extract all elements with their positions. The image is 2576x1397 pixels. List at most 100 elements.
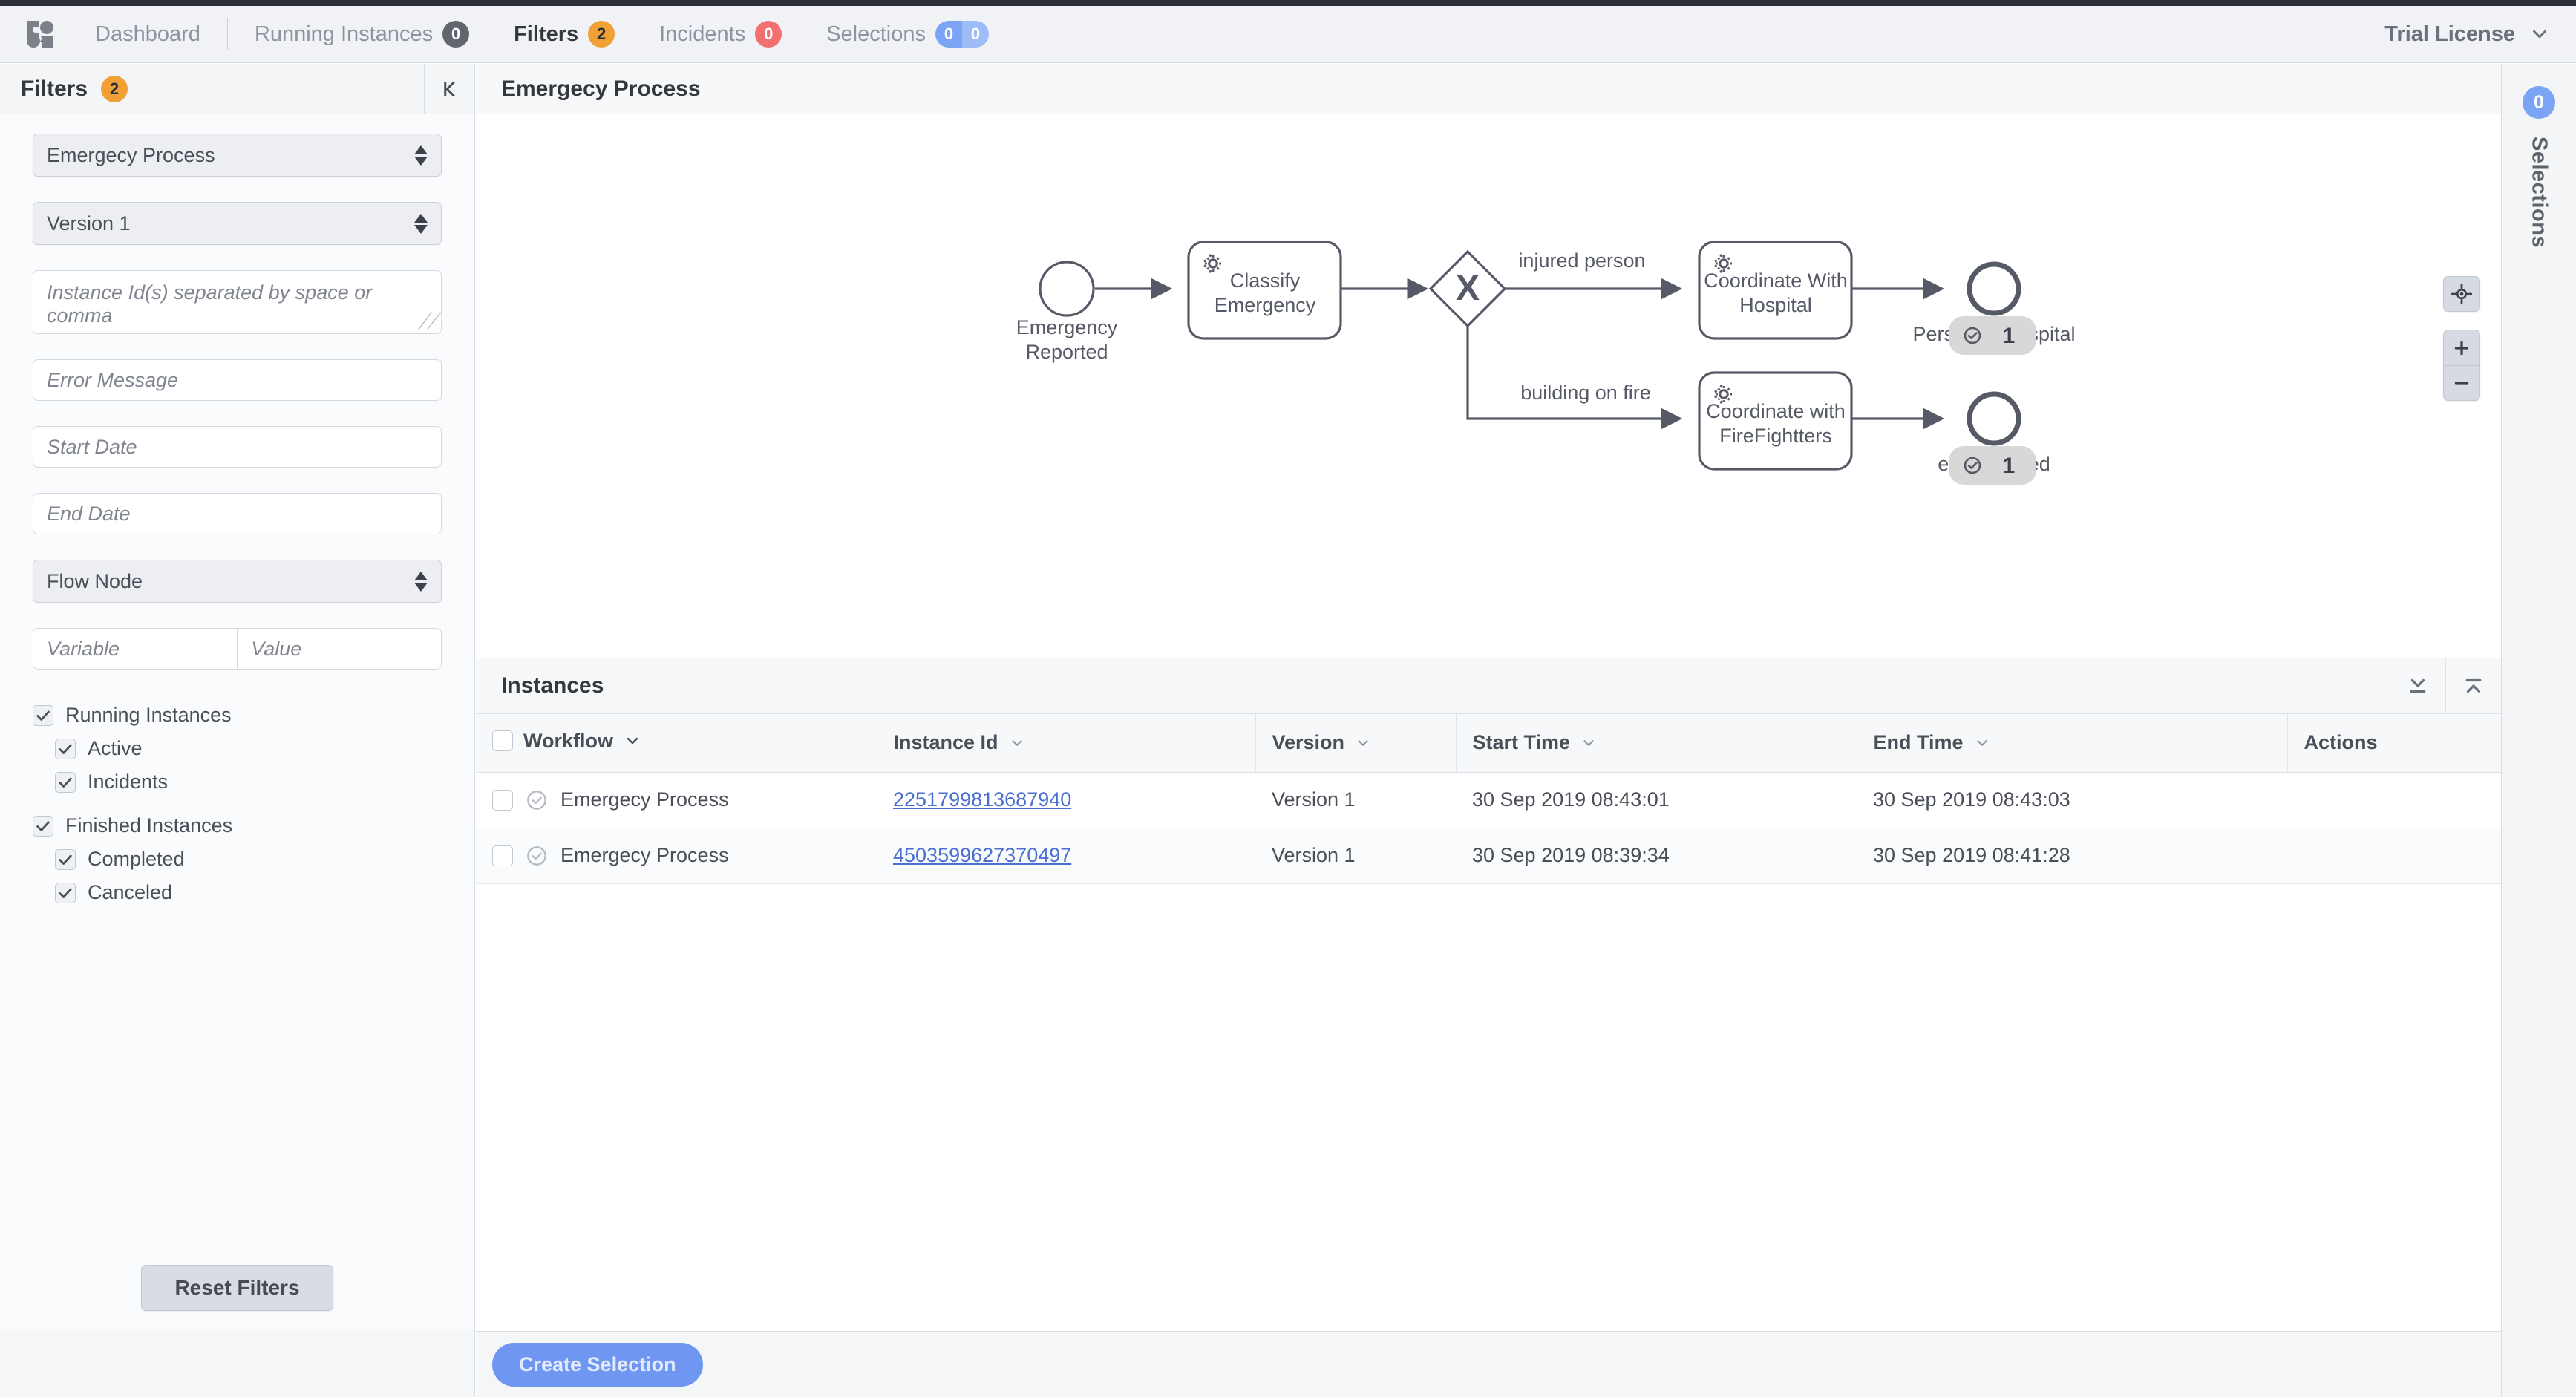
workflow-select[interactable]: Emergecy Process (33, 134, 442, 177)
selections-rail[interactable]: 0 Selections (2501, 64, 2576, 1397)
cell-instance-id: 4503599627370497 (877, 828, 1255, 883)
chevron-down-icon (624, 732, 641, 750)
collapse-left-icon[interactable] (424, 64, 474, 114)
chevron-down-icon (1355, 735, 1371, 751)
app-header: Dashboard Running Instances 0 Filters 2 … (0, 6, 2576, 63)
filters-panel-header: Filters 2 (0, 64, 474, 114)
svg-text:1: 1 (2003, 454, 2016, 478)
checkbox-canceled[interactable]: Canceled (33, 881, 474, 904)
instances-panel: Instances (476, 658, 2501, 1331)
value-input[interactable]: Value (237, 628, 442, 670)
th-instance-id[interactable]: Instance Id (877, 714, 1255, 772)
nav-item-selections[interactable]: Selections 0 0 (804, 21, 1011, 48)
variable-value-field: Variable Value (33, 628, 442, 670)
completed-check-icon (526, 790, 547, 811)
value-placeholder: Value (251, 638, 301, 661)
zoom-controls (2443, 330, 2480, 401)
checkbox-icon (33, 705, 53, 726)
start-event-label: EmergencyReported (1016, 316, 1118, 363)
cell-instance-id: 2251799813687940 (877, 772, 1255, 828)
checkbox-incidents[interactable]: Incidents (33, 771, 474, 794)
license-menu[interactable]: Trial License (2384, 22, 2551, 47)
checkbox-icon (55, 772, 76, 793)
expand-panel-up-icon[interactable] (2445, 658, 2501, 714)
error-message-placeholder: Error Message (47, 369, 178, 392)
select-all-checkbox[interactable] (492, 730, 513, 751)
selections-rail-badge: 0 (2523, 86, 2555, 119)
nav-item-running-instances[interactable]: Running Instances 0 (232, 21, 491, 48)
nav-item-dashboard[interactable]: Dashboard (73, 22, 223, 47)
checkbox-completed[interactable]: Completed (33, 848, 474, 871)
nav-badge-selections-instances: 0 (962, 21, 989, 48)
table-row[interactable]: Emergecy Process 4503599627370497 Versio… (476, 828, 2501, 883)
table-header-row: Workflow Instance Id Version (476, 714, 2501, 772)
cell-end-time: 30 Sep 2019 08:41:28 (1857, 828, 2287, 883)
version-select-field: Version 1 (33, 202, 442, 245)
instance-ids-field: Instance Id(s) separated by space or com… (33, 270, 442, 334)
nav-badge-filters: 2 (588, 21, 615, 48)
nav-item-filters[interactable]: Filters 2 (491, 21, 637, 48)
th-start-time-label: Start Time (1473, 731, 1571, 754)
variable-input[interactable]: Variable (33, 628, 237, 670)
collapse-panel-down-icon[interactable] (2390, 658, 2445, 714)
bpmn-canvas[interactable]: X Emergen (476, 114, 2501, 658)
th-actions-label: Actions (2304, 731, 2378, 753)
version-select[interactable]: Version 1 (33, 202, 442, 245)
version-select-value: Version 1 (47, 212, 131, 235)
checkbox-icon (55, 739, 76, 759)
instance-ids-textarea[interactable]: Instance Id(s) separated by space or com… (33, 270, 442, 334)
checkbox-active[interactable]: Active (33, 737, 474, 760)
error-message-field: Error Message (33, 359, 442, 401)
cell-actions (2287, 828, 2501, 883)
reset-zoom-button[interactable] (2443, 276, 2480, 312)
zoom-out-icon[interactable] (2443, 365, 2480, 401)
stepper-caret-icon (414, 572, 428, 592)
checkbox-label: Finished Instances (65, 814, 232, 837)
resize-grip-icon[interactable]: ╱╱ (419, 312, 437, 330)
completed-badge-2: 1 (1949, 446, 2036, 485)
cell-version: Version 1 (1255, 828, 1456, 883)
th-start-time[interactable]: Start Time (1456, 714, 1857, 772)
create-selection-button[interactable]: Create Selection (492, 1343, 703, 1387)
cell-workflow: Emergecy Process (476, 772, 877, 828)
cell-end-time: 30 Sep 2019 08:43:03 (1857, 772, 2287, 828)
filters-panel: Filters 2 Emergecy Process Version 1 (0, 64, 475, 1397)
flow-node-select-field: Flow Node (33, 560, 442, 603)
end-date-field: End Date (33, 493, 442, 534)
nav-item-incidents[interactable]: Incidents 0 (637, 21, 804, 48)
state-checkbox-group: Running Instances Active Incidents Finis… (0, 695, 474, 904)
checkbox-icon (55, 883, 76, 903)
th-version-label: Version (1272, 731, 1345, 754)
flow-label-injured-person: injured person (1518, 249, 1645, 272)
checkbox-finished-instances[interactable]: Finished Instances (33, 814, 474, 837)
th-version[interactable]: Version (1255, 714, 1456, 772)
nav-badge-selections-pair: 0 0 (935, 21, 989, 48)
cell-version: Version 1 (1255, 772, 1456, 828)
table-row[interactable]: Emergecy Process 2251799813687940 Versio… (476, 772, 2501, 828)
create-selection-bar: Create Selection (476, 1331, 2501, 1397)
filters-panel-title: Filters (21, 76, 88, 102)
checkbox-running-instances[interactable]: Running Instances (33, 704, 474, 727)
completed-check-icon (526, 845, 547, 866)
instance-ids-placeholder: Instance Id(s) separated by space or com… (47, 281, 372, 327)
stepper-caret-icon (414, 214, 428, 234)
reset-zoom-icon (2443, 276, 2480, 312)
th-end-time[interactable]: End Time (1857, 714, 2287, 772)
instance-id-link[interactable]: 4503599627370497 (893, 844, 1071, 866)
instance-id-link[interactable]: 2251799813687940 (893, 788, 1071, 811)
row-checkbox[interactable] (492, 790, 513, 811)
nav-label-running-instances: Running Instances (255, 22, 433, 47)
nav-divider (227, 18, 228, 50)
reset-filters-button[interactable]: Reset Filters (141, 1265, 333, 1311)
error-message-input[interactable]: Error Message (33, 359, 442, 401)
zoom-in-icon[interactable] (2443, 330, 2480, 365)
start-date-input[interactable]: Start Date (33, 426, 442, 468)
task-coordinate-firefighters-label: Coordinate withFireFightters (1706, 400, 1846, 447)
operate-logo-icon[interactable] (25, 19, 55, 49)
row-checkbox[interactable] (492, 845, 513, 866)
th-workflow[interactable]: Workflow (476, 714, 877, 772)
instances-panel-title: Instances (501, 673, 604, 698)
end-date-input[interactable]: End Date (33, 493, 442, 534)
flow-node-select[interactable]: Flow Node (33, 560, 442, 603)
selections-rail-label: Selections (2527, 137, 2552, 248)
